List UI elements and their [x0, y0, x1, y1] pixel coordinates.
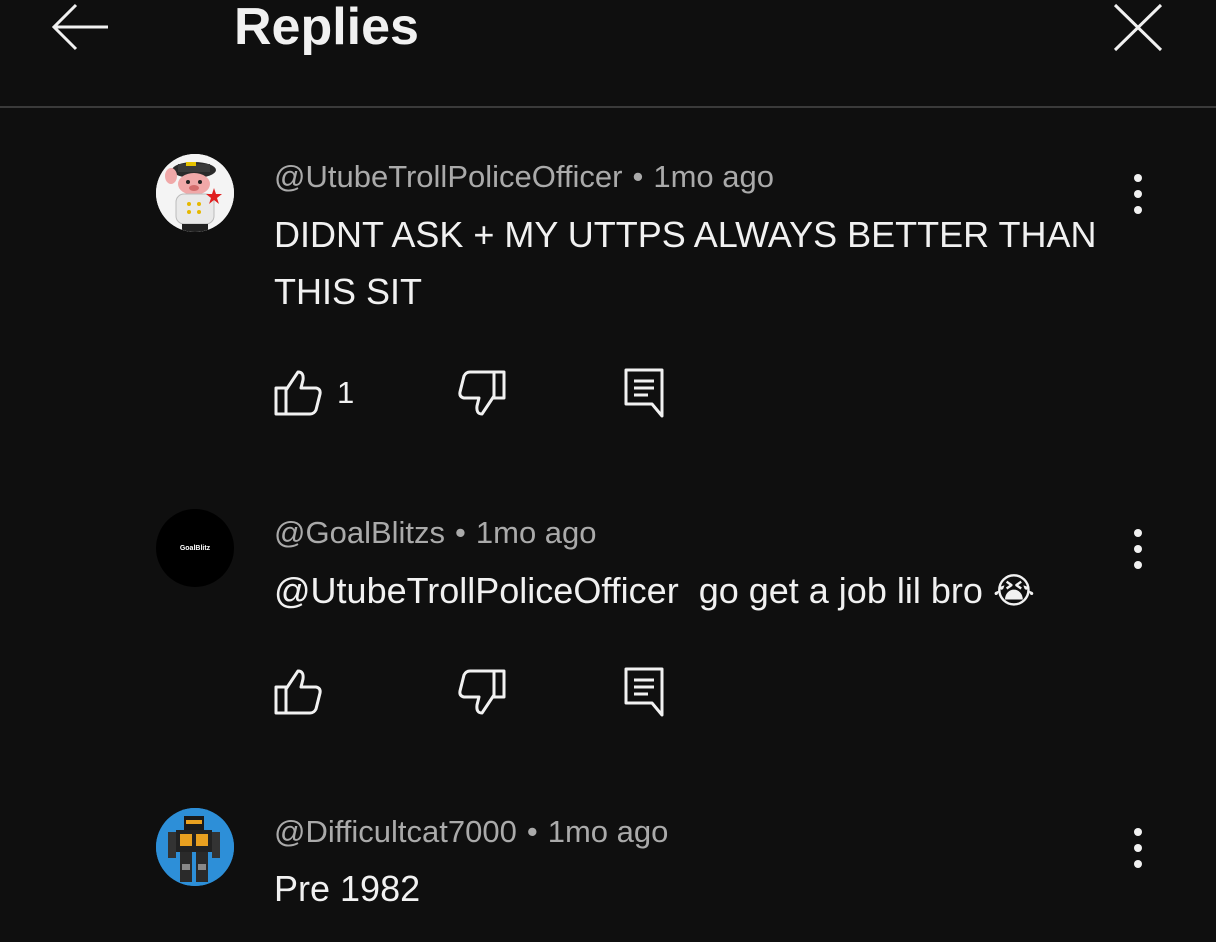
avatar-logo-text: GoalBlitz [179, 544, 211, 552]
dislike-button[interactable] [456, 667, 508, 719]
comment-meta: @GoalBlitzs • 1mo ago [274, 513, 597, 553]
meta-separator: • [455, 515, 466, 550]
loudly-crying-emoji: 😭 [992, 570, 1035, 611]
comment-text: DIDNT ASK + MY UTTPS ALWAYS BETTER THAN … [274, 214, 1097, 312]
more-options-button[interactable] [1124, 170, 1152, 218]
police-officer-avatar-icon [156, 154, 234, 232]
more-options-button[interactable] [1124, 824, 1152, 872]
comment-text: Pre 1982 [274, 868, 421, 909]
comment-meta: @UtubeTrollPoliceOfficer • 1mo ago [274, 157, 774, 197]
back-button[interactable] [48, 0, 112, 56]
comment-author[interactable]: @GoalBlitzs [274, 515, 445, 550]
reply-button[interactable] [622, 665, 668, 717]
robot-avatar-icon [156, 808, 234, 886]
like-button[interactable] [272, 366, 324, 418]
reply-icon [624, 667, 664, 717]
comment-text-body: @UtubeTrollPoliceOfficer go get a job li… [274, 570, 983, 611]
more-vertical-icon [1134, 529, 1142, 569]
dislike-button[interactable] [456, 368, 508, 420]
close-button[interactable] [1110, 0, 1166, 56]
thumbs-down-icon [458, 370, 506, 416]
thumbs-down-icon [458, 669, 506, 715]
like-button[interactable] [272, 665, 324, 717]
more-vertical-icon [1134, 174, 1142, 214]
more-options-button[interactable] [1124, 525, 1152, 573]
like-count: 1 [337, 375, 355, 410]
comment-time: 1mo ago [475, 515, 597, 550]
comment-time: 1mo ago [547, 814, 669, 849]
comment-time: 1mo ago [653, 159, 774, 194]
arrow-left-icon [51, 3, 108, 51]
close-icon [1113, 3, 1163, 52]
reply-button[interactable] [622, 366, 668, 418]
comment-text: @UtubeTrollPoliceOfficer go get a job li… [274, 562, 1134, 619]
replies-header: Replies [0, 0, 1216, 108]
avatar[interactable]: GoalBlitz [156, 509, 234, 587]
avatar[interactable] [156, 808, 234, 886]
more-vertical-icon [1134, 828, 1142, 868]
comment-author[interactable]: @Difficultcat7000 [274, 814, 517, 849]
thumbs-up-icon [274, 669, 322, 715]
meta-separator: • [632, 159, 644, 194]
page-title: Replies [234, 0, 419, 56]
meta-separator: • [526, 814, 538, 849]
avatar[interactable] [156, 154, 234, 232]
comment-author[interactable]: @UtubeTrollPoliceOfficer [274, 159, 622, 194]
reply-icon [624, 368, 664, 418]
comment-meta: @Difficultcat7000 • 1mo ago [274, 812, 668, 852]
thumbs-up-icon [274, 370, 322, 416]
